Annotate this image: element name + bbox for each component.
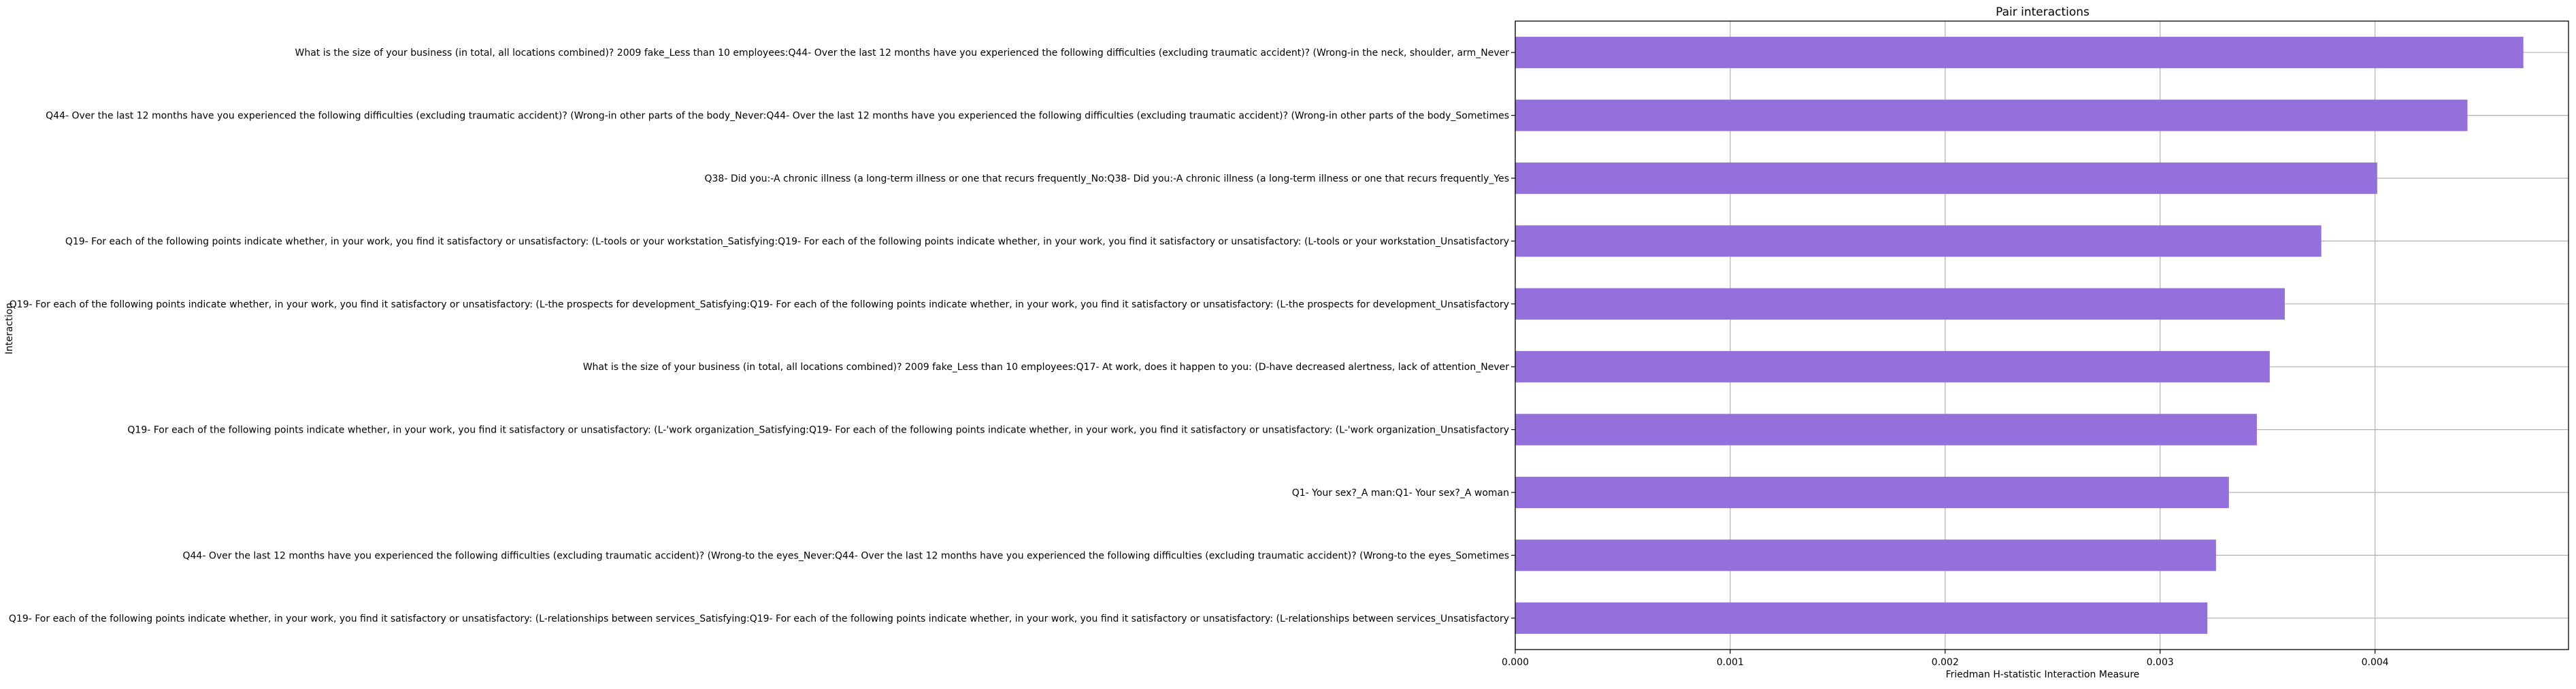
chart-container: Pair interactions Friedman H-statistic I… bbox=[0, 0, 2576, 686]
x-axis-label: Friedman H-statistic Interaction Measure bbox=[1946, 669, 2140, 680]
pair-interactions-chart: Pair interactions Friedman H-statistic I… bbox=[4, 5, 2569, 680]
category-label: Q19- For each of the following points in… bbox=[127, 425, 1509, 436]
bar bbox=[1515, 539, 2216, 571]
category-label: What is the size of your business (in to… bbox=[583, 362, 1510, 373]
category-label: Q44- Over the last 12 months have you ex… bbox=[46, 111, 1509, 122]
bars bbox=[1515, 37, 2524, 634]
bar bbox=[1515, 288, 2285, 320]
x-tick-label: 0.000 bbox=[1502, 657, 1529, 668]
bar bbox=[1515, 351, 2270, 383]
y-axis-label: Interaction bbox=[4, 303, 15, 354]
category-label: Q44- Over the last 12 months have you ex… bbox=[183, 550, 1510, 561]
x-tick-label: 0.003 bbox=[2147, 657, 2174, 668]
bar bbox=[1515, 476, 2229, 509]
chart-title: Pair interactions bbox=[1996, 5, 2090, 19]
category-label: Q38- Did you:-A chronic illness (a long-… bbox=[704, 173, 1509, 184]
category-label: What is the size of your business (in to… bbox=[295, 48, 1509, 58]
x-tick-label: 0.001 bbox=[1717, 657, 1744, 668]
category-label: Q19- For each of the following points in… bbox=[9, 614, 1509, 624]
bar bbox=[1515, 602, 2208, 634]
category-label: Q19- For each of the following points in… bbox=[65, 236, 1509, 247]
x-tick-label: 0.002 bbox=[1932, 657, 1959, 668]
bar bbox=[1515, 414, 2257, 446]
x-tick-label: 0.004 bbox=[2362, 657, 2389, 668]
category-label: Q19- For each of the following points in… bbox=[10, 299, 1509, 310]
category-label: Q1- Your sex?_A man:Q1- Your sex?_A woma… bbox=[1292, 488, 1509, 499]
bar bbox=[1515, 225, 2322, 257]
bar bbox=[1515, 37, 2524, 69]
bar bbox=[1515, 162, 2377, 195]
bar bbox=[1515, 99, 2468, 131]
